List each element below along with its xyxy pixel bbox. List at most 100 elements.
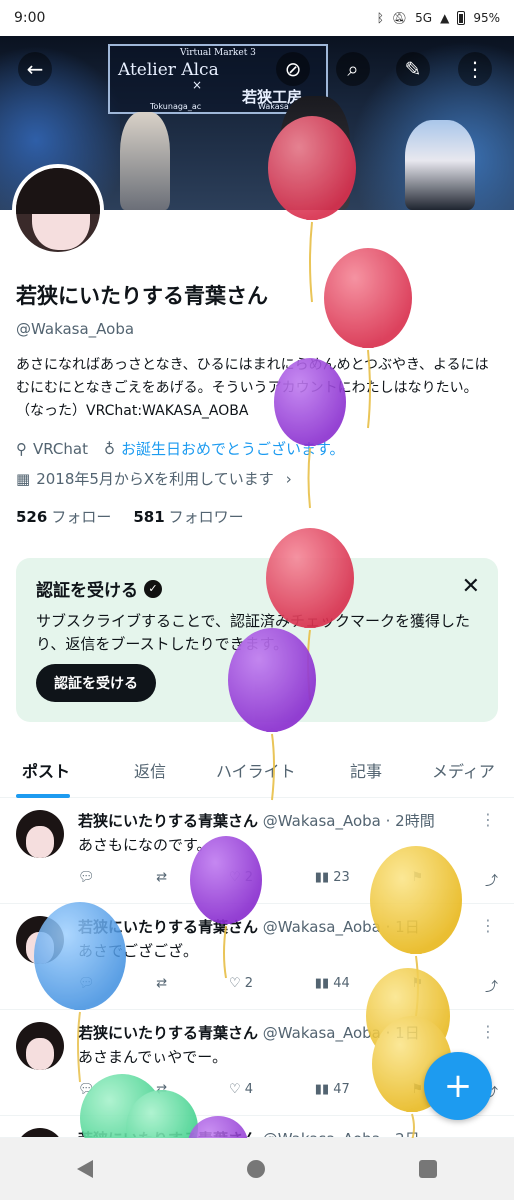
profile-name: 若狭にいたりする青葉さん [16, 284, 268, 308]
verify-description: サブスクライブすることで、認証済みチェックマークを獲得したり、返信をブーストした… [36, 612, 470, 653]
follow-counts: 526 フォロー 581 フォロワー [16, 506, 244, 527]
views-button[interactable]: ▮▮ 23 [315, 870, 350, 889]
banner-character-left [120, 112, 170, 210]
tab-posts[interactable]: ポスト [22, 758, 70, 782]
post-avatar[interactable] [16, 810, 64, 858]
nav-back-icon[interactable] [77, 1160, 93, 1178]
post-item[interactable]: 若狭にいたりする青葉さん @Wakasa_Aoba · 1日 ⋮ あさでござござ… [0, 904, 514, 1010]
profile-handle: @Wakasa_Aoba [16, 320, 135, 338]
status-bar: 9:00 ᛒ 🔕︎ 5G ▲ 95% [0, 0, 514, 36]
followers-count: 581 [133, 508, 165, 526]
verify-title: 認証を受ける [36, 581, 138, 601]
profile-tabs: ポスト 返信 ハイライト 記事 メディア [0, 744, 514, 798]
post-avatar[interactable] [16, 916, 64, 964]
post-author-name[interactable]: 若狭にいたりする青葉さん [78, 812, 258, 830]
like-count: 4 [244, 1082, 254, 1097]
calendar-icon: ▦ [16, 469, 31, 488]
post-author-name[interactable]: 若狭にいたりする青葉さん [78, 1130, 258, 1137]
chevron-right-icon: › [285, 469, 292, 488]
like-count: 2 [244, 976, 254, 991]
profile-location: VRChat [33, 439, 88, 458]
views-button[interactable]: ▮▮ 47 [315, 1082, 350, 1101]
profile-joined: 2018年5月からXを利用しています [36, 470, 274, 488]
edit-icon[interactable]: ✎ [396, 52, 430, 86]
post-header: 若狭にいたりする青葉さん @Wakasa_Aoba · 2日 [78, 1128, 420, 1137]
verification-card: 認証を受ける ✓ ✕ サブスクライブすることで、認証済みチェックマークを獲得した… [16, 558, 498, 722]
like-button[interactable]: ♡ 2 [229, 976, 253, 995]
compose-button[interactable]: + [424, 1052, 492, 1120]
following-count: 526 [16, 508, 48, 526]
profile-bio: あさになればあっさとなき、ひるにはまれにらめんめとつぶやき、よるにはむにむにとな… [16, 357, 489, 419]
reply-icon[interactable]: 💬︎ [78, 1082, 95, 1101]
share-icon[interactable]: ⤴ [485, 976, 498, 995]
banner-tokunaga: Tokunaga_ac [150, 102, 202, 111]
like-count: 2 [244, 870, 254, 885]
post-actions: 💬︎ ⇄ ♡ 2 ▮▮ 23 ⚑ ⤴ [78, 870, 498, 889]
post-header: 若狭にいたりする青葉さん @Wakasa_Aoba · 2時間 [78, 810, 435, 831]
post-author-name[interactable]: 若狭にいたりする青葉さん [78, 1024, 258, 1042]
like-button[interactable]: ♡ 2 [229, 870, 253, 889]
following-label: フォロー [51, 508, 112, 526]
bookmark-icon[interactable]: ⚑ [412, 976, 424, 995]
close-icon[interactable]: ✕ [462, 574, 480, 599]
banner-cross: × [192, 78, 203, 92]
location-icon: ⚲ [16, 439, 27, 458]
status-time: 9:00 [14, 10, 46, 26]
post-more-icon[interactable]: ⋮ [480, 1022, 496, 1041]
profile-avatar[interactable] [12, 164, 104, 256]
verify-title-row: 認証を受ける ✓ [36, 576, 162, 601]
bluetooth-icon: ᛒ [376, 11, 384, 25]
repost-icon[interactable]: ⇄ [156, 1082, 167, 1101]
post-author-name[interactable]: 若狭にいたりする青葉さん [78, 918, 258, 936]
profile-joined-row[interactable]: ▦ 2018年5月からXを利用しています › [16, 468, 292, 489]
repost-icon[interactable]: ⇄ [156, 976, 167, 995]
grok-icon[interactable]: ⊘ [276, 52, 310, 86]
network-label: 5G [415, 11, 433, 25]
signal-icon: ▲ [440, 11, 450, 25]
tab-articles[interactable]: 記事 [350, 758, 382, 782]
tab-replies[interactable]: 返信 [134, 758, 166, 782]
view-count: 44 [333, 976, 350, 991]
post-text: あさもになのです。 [78, 836, 212, 854]
reply-icon[interactable]: 💬︎ [78, 976, 95, 995]
post-actions: 💬︎ ⇄ ♡ 2 ▮▮ 44 ⚑ ⤴ [78, 976, 498, 995]
search-icon[interactable]: ⌕ [336, 52, 370, 86]
post-more-icon[interactable]: ⋮ [480, 810, 496, 829]
post-text: あさまんでぃやでー。 [78, 1048, 228, 1066]
post-avatar[interactable] [16, 1128, 64, 1137]
reply-icon[interactable]: 💬︎ [78, 870, 95, 889]
balloon-icon: ♁ [104, 439, 115, 458]
post-meta: @Wakasa_Aoba · 1日 [262, 1024, 420, 1042]
view-count: 47 [333, 1082, 350, 1097]
post-avatar[interactable] [16, 1022, 64, 1070]
nav-home-icon[interactable] [247, 1160, 265, 1178]
tab-media[interactable]: メディア [432, 758, 495, 782]
verified-badge-icon: ✓ [144, 579, 162, 598]
bookmark-icon[interactable]: ⚑ [412, 1082, 424, 1101]
back-arrow-icon[interactable]: ← [18, 52, 52, 86]
banner-character-right [405, 120, 475, 210]
bookmark-icon[interactable]: ⚑ [412, 870, 424, 889]
post-item[interactable]: 若狭にいたりする青葉さん @Wakasa_Aoba · 2時間 ⋮ あさもになの… [0, 798, 514, 904]
profile-meta-row: ⚲ VRChat ♁ お誕生日おめでとうございます。 [16, 438, 345, 459]
post-item[interactable]: 若狭にいたりする青葉さん @Wakasa_Aoba · 2日 [0, 1116, 514, 1138]
profile-birthday[interactable]: お誕生日おめでとうございます。 [121, 438, 345, 459]
followers-link[interactable]: 581 フォロワー [133, 506, 243, 527]
view-count: 23 [333, 870, 350, 885]
tab-highlights[interactable]: ハイライト [216, 758, 296, 782]
post-meta: @Wakasa_Aoba · 2日 [263, 1130, 420, 1137]
following-link[interactable]: 526 フォロー [16, 506, 111, 527]
mute-icon: 🔕︎ [391, 11, 408, 25]
more-options-icon[interactable]: ⋮ [458, 52, 492, 86]
post-text: あさでござござ。 [78, 942, 199, 960]
like-button[interactable]: ♡ 4 [229, 1082, 253, 1101]
system-nav-bar [0, 1138, 514, 1200]
views-button[interactable]: ▮▮ 44 [315, 976, 350, 995]
banner-market: Virtual Market 3 [180, 48, 256, 58]
battery-percent: 95% [473, 11, 500, 25]
repost-icon[interactable]: ⇄ [156, 870, 167, 889]
post-more-icon[interactable]: ⋮ [480, 916, 496, 935]
nav-recents-icon[interactable] [419, 1160, 437, 1178]
get-verified-button[interactable]: 認証を受ける [36, 664, 156, 702]
share-icon[interactable]: ⤴ [485, 870, 498, 889]
